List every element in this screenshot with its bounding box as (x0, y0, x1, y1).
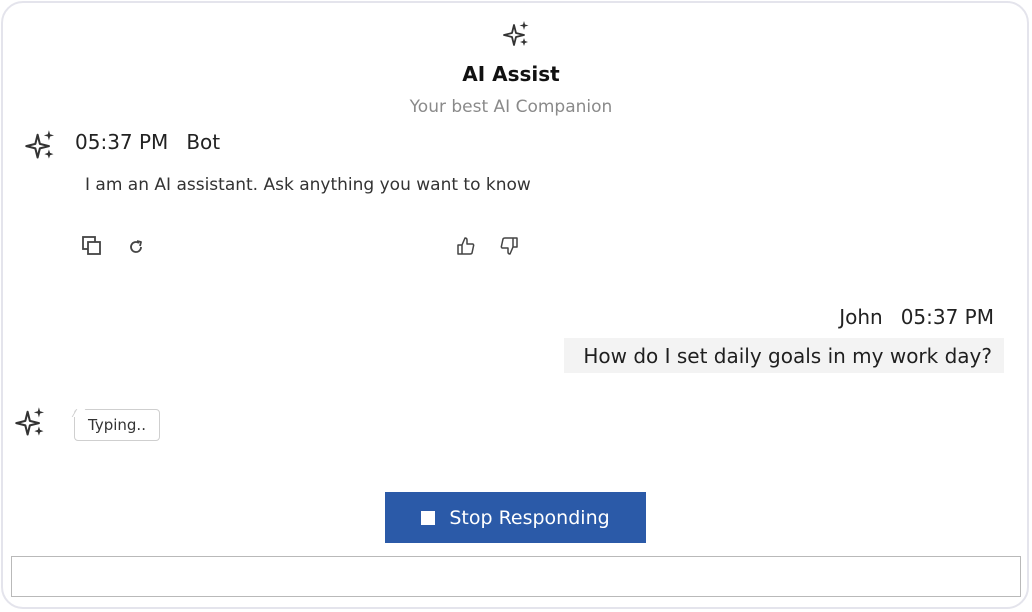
regenerate-icon[interactable] (125, 236, 147, 258)
thumbs-up-icon[interactable] (455, 235, 477, 257)
bot-message-meta: 05:37 PM Bot (75, 130, 220, 154)
stop-icon (421, 510, 436, 525)
copy-icon[interactable] (81, 235, 103, 257)
bot-message-author: Bot (186, 130, 221, 154)
chat-input[interactable] (11, 556, 1021, 597)
user-message-time: 05:37 PM (900, 305, 994, 329)
sparkle-icon (502, 19, 532, 49)
app-subtitle: Your best AI Companion (409, 97, 613, 117)
typing-text: Typing.. (88, 416, 146, 434)
thumbs-down-icon[interactable] (498, 235, 520, 257)
typing-indicator: Typing.. (74, 409, 160, 441)
bot-message-text: I am an AI assistant. Ask anything you w… (85, 175, 531, 195)
user-message-text: How do I set daily goals in my work day? (583, 343, 992, 368)
user-message-meta: John 05:37 PM (839, 305, 994, 329)
bot-avatar-sparkle-icon (24, 128, 56, 160)
stop-responding-button[interactable]: Stop Responding (385, 492, 646, 543)
stop-responding-label: Stop Responding (449, 506, 610, 529)
user-message-bubble: How do I set daily goals in my work day? (564, 338, 1004, 373)
bot-message-time: 05:37 PM (75, 130, 169, 154)
app-title: AI Assist (462, 62, 560, 86)
typing-avatar-sparkle-icon (14, 405, 46, 437)
user-message-author: John (839, 305, 883, 329)
